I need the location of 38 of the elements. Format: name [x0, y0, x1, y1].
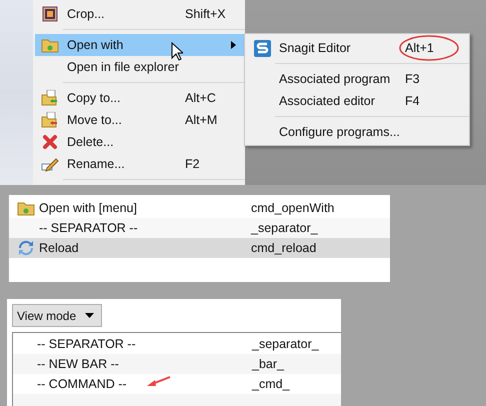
cursor-icon — [171, 42, 183, 61]
command-label: Open with [menu] — [39, 201, 138, 215]
reload-icon — [18, 240, 34, 256]
menu-item[interactable]: Copy to... Alt+C — [35, 87, 245, 109]
caret-icon — [85, 313, 94, 318]
command-label: -- SEPARATOR -- — [37, 337, 136, 351]
command-id: cmd_openWith — [251, 201, 336, 215]
menu-item[interactable]: Rename... F2 — [35, 153, 245, 175]
crop-icon — [42, 6, 58, 22]
app-logo-icon — [254, 40, 270, 56]
command-label: -- SEPARATOR -- — [39, 221, 139, 235]
command-id: _separator_ — [251, 221, 319, 235]
folder-copy-icon — [41, 90, 59, 106]
menu-item[interactable]: Snagit Editor Alt+1 — [245, 37, 469, 59]
command-id: cmd_reload — [251, 241, 318, 255]
menu-item[interactable]: Open in file explorer — [35, 56, 245, 78]
rename-pencil-icon — [41, 156, 59, 172]
menu-item[interactable]: Delete... — [35, 131, 245, 153]
list-row[interactable]: -- NEW BAR -- _bar_ — [13, 354, 341, 374]
menu-item[interactable]: Move to... Alt+M — [35, 109, 245, 131]
command-id: _bar_ — [252, 357, 286, 371]
menu-item[interactable]: Open with — [35, 34, 245, 56]
folder-icon — [41, 38, 59, 52]
folder-move-icon — [41, 112, 59, 128]
list-row[interactable]: Reload cmd_reload — [9, 238, 390, 258]
command-label: Reload — [39, 241, 80, 255]
menu-item[interactable]: Associated editor F4 — [245, 90, 469, 112]
command-id: _cmd_ — [252, 377, 291, 391]
command-label: -- COMMAND -- — [37, 377, 127, 391]
delete-icon — [42, 134, 58, 150]
folder-icon — [17, 200, 35, 216]
menu-item[interactable]: Configure programs... — [245, 121, 469, 143]
command-label: -- NEW BAR -- — [37, 357, 119, 371]
view-mode-dropdown[interactable]: View mode — [12, 304, 102, 327]
menu-item[interactable]: Associated program F3 — [245, 68, 469, 90]
menu-item[interactable]: Crop... Shift+X — [35, 3, 245, 25]
list-row[interactable]: -- SEPARATOR -- _separator_ — [9, 218, 390, 238]
command-id: _separator_ — [252, 337, 320, 351]
